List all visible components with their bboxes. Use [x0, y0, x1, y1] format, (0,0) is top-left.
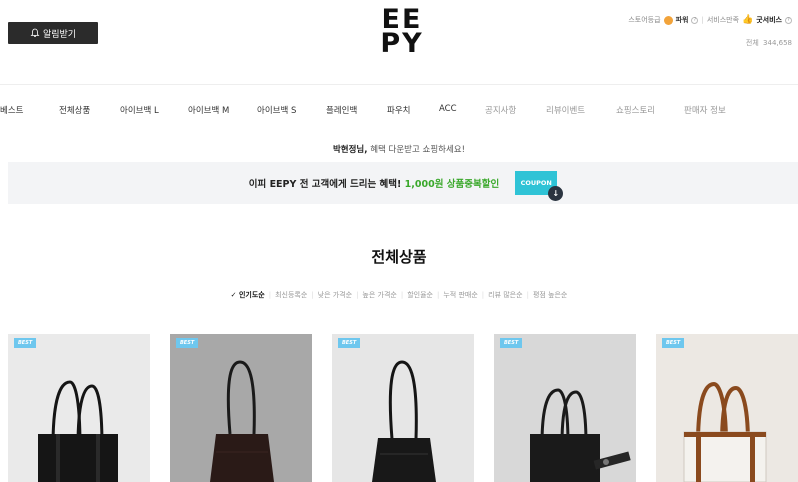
- best-badge: BEST: [500, 338, 523, 348]
- product-image: [656, 334, 798, 482]
- nav-item-review-event[interactable]: 리뷰이벤트: [546, 104, 585, 116]
- product-card[interactable]: BEST: [170, 334, 312, 482]
- sort-price-low[interactable]: 낮은 가격순: [314, 290, 356, 300]
- best-badge: BEST: [176, 338, 199, 348]
- sort-sales[interactable]: 누적 판매순: [439, 290, 481, 300]
- visitor-count: 전체 344,658: [745, 39, 792, 47]
- nav-item-eyebag-m[interactable]: 아이브백 M: [188, 104, 229, 116]
- product-image: [494, 334, 636, 482]
- sort-options: ✓ 인기도순 | 최신등록순 | 낮은 가격순 | 높은 가격순 | 할인율순 …: [0, 290, 798, 300]
- nav-item-eyebag-l[interactable]: 아이브백 L: [120, 104, 159, 116]
- grade-medal-icon: [663, 15, 673, 25]
- nav-item-best[interactable]: 베스트: [0, 104, 23, 116]
- nav-item-seller-info[interactable]: 판매자 정보: [684, 104, 726, 116]
- product-card[interactable]: BEST: [332, 334, 474, 482]
- divider: |: [701, 16, 704, 24]
- thumbs-up-icon: 👍: [742, 15, 754, 25]
- sort-rating[interactable]: 평점 높은순: [529, 290, 571, 300]
- info-icon[interactable]: ?: [785, 16, 792, 24]
- nav-item-pouch[interactable]: 파우치: [387, 104, 410, 116]
- product-card[interactable]: BEST: [656, 334, 798, 482]
- user-name: 박현정님,: [332, 145, 368, 155]
- store-grade-label: 스토어등급: [628, 16, 661, 24]
- product-image: [332, 334, 474, 482]
- store-grade-value: 파워: [675, 16, 689, 24]
- product-grid: BEST BEST BEST BEST BEST: [8, 334, 798, 482]
- sort-popular[interactable]: ✓ 인기도순: [227, 290, 269, 300]
- sort-discount[interactable]: 할인율순: [403, 290, 437, 300]
- download-icon: ↓: [548, 186, 564, 201]
- nav-item-eyebag-s[interactable]: 아이브백 S: [257, 104, 296, 116]
- nav-item-plain-bag[interactable]: 플레인백: [326, 104, 357, 116]
- coupon-download-button[interactable]: COUPON ↓: [515, 171, 564, 201]
- info-icon[interactable]: ?: [691, 16, 699, 24]
- sort-newest[interactable]: 최신등록순: [271, 290, 311, 300]
- sort-price-high[interactable]: 높은 가격순: [358, 290, 400, 300]
- best-badge: BEST: [338, 338, 361, 348]
- coupon-banner: 이피 EEPY 전 고객에게 드리는 혜택! 1,000원 상품중복할인 COU…: [8, 162, 798, 204]
- coupon-label: COUPON: [520, 179, 552, 187]
- product-card[interactable]: BEST: [494, 334, 636, 482]
- service-label: 서비스만족: [706, 16, 740, 24]
- nav-item-all-products[interactable]: 전체상품: [59, 104, 90, 116]
- bell-icon: [30, 28, 40, 37]
- category-nav: 베스트 전체상품 아이브백 L 아이브백 M 아이브백 S 플레인백 파우치 A…: [0, 84, 798, 134]
- sort-reviews[interactable]: 리뷰 많은순: [484, 290, 526, 300]
- nav-item-shopping-story[interactable]: 쇼핑스토리: [616, 104, 655, 116]
- store-grade-info: 스토어등급 파워 ? | 서비스만족 👍 굿서비스 ?: [628, 15, 792, 25]
- alert-subscribe-label: 알림받기: [42, 29, 77, 40]
- product-image: [170, 334, 312, 482]
- product-card[interactable]: BEST: [8, 334, 150, 482]
- greeting-message: 박현정님, 혜택 다운받고 쇼핑하세요!: [0, 143, 798, 155]
- best-badge: BEST: [14, 338, 37, 348]
- product-image: [8, 334, 150, 482]
- service-value: 굿서비스: [756, 16, 782, 24]
- alert-subscribe-button[interactable]: 알림받기: [8, 22, 98, 44]
- banner-highlight: 1,000원 상품중복할인: [404, 179, 500, 190]
- nav-item-notice[interactable]: 공지사항: [485, 104, 516, 116]
- greeting-text: 혜택 다운받고 쇼핑하세요!: [370, 145, 466, 155]
- page-title: 전체상품: [371, 248, 427, 266]
- nav-item-acc[interactable]: ACC: [439, 104, 457, 114]
- banner-text: 이피 EEPY 전 고객에게 드리는 혜택! 1,000원 상품중복할인: [248, 179, 500, 190]
- store-logo[interactable]: EE PY: [380, 6, 424, 57]
- best-badge: BEST: [662, 338, 685, 348]
